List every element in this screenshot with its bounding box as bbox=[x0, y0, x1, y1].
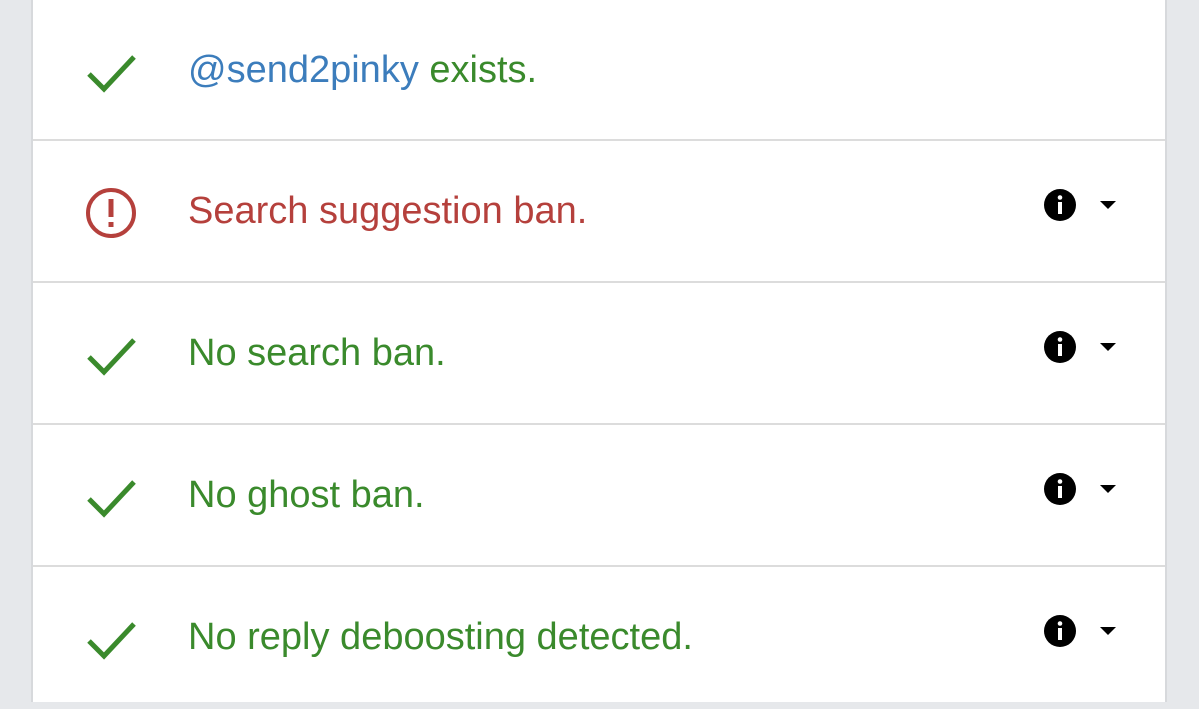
check-icon bbox=[83, 327, 139, 383]
info-icon[interactable] bbox=[1043, 188, 1077, 222]
info-icon[interactable] bbox=[1043, 330, 1077, 364]
caret-down-icon[interactable] bbox=[1099, 199, 1117, 211]
info-icon[interactable] bbox=[1043, 614, 1077, 648]
result-row-ghost-ban: No ghost ban. bbox=[33, 425, 1165, 567]
result-row-search-ban: No search ban. bbox=[33, 283, 1165, 425]
info-icon[interactable] bbox=[1043, 472, 1077, 506]
result-label: @send2pinky exists. bbox=[188, 48, 537, 92]
caret-down-icon[interactable] bbox=[1099, 483, 1117, 495]
result-row-search-suggestion-ban: Search suggestion ban. bbox=[33, 141, 1165, 283]
exclamation-circle-icon bbox=[83, 185, 139, 241]
check-icon bbox=[83, 469, 139, 525]
check-icon bbox=[83, 44, 139, 100]
check-icon bbox=[83, 611, 139, 667]
result-label: Search suggestion ban. bbox=[188, 190, 588, 232]
result-row-exists: @send2pinky exists. bbox=[33, 0, 1165, 141]
username-link[interactable]: @send2pinky bbox=[188, 49, 419, 91]
result-label: No reply deboosting detected. bbox=[188, 616, 693, 658]
result-label: No ghost ban. bbox=[188, 474, 425, 516]
exists-text: exists. bbox=[418, 49, 538, 91]
caret-down-icon[interactable] bbox=[1099, 341, 1117, 353]
results-panel: @send2pinky exists. Search suggestion ba… bbox=[31, 0, 1167, 702]
result-row-reply-deboosting: No reply deboosting detected. bbox=[33, 567, 1165, 709]
caret-down-icon[interactable] bbox=[1099, 625, 1117, 637]
result-label: No search ban. bbox=[188, 332, 446, 374]
